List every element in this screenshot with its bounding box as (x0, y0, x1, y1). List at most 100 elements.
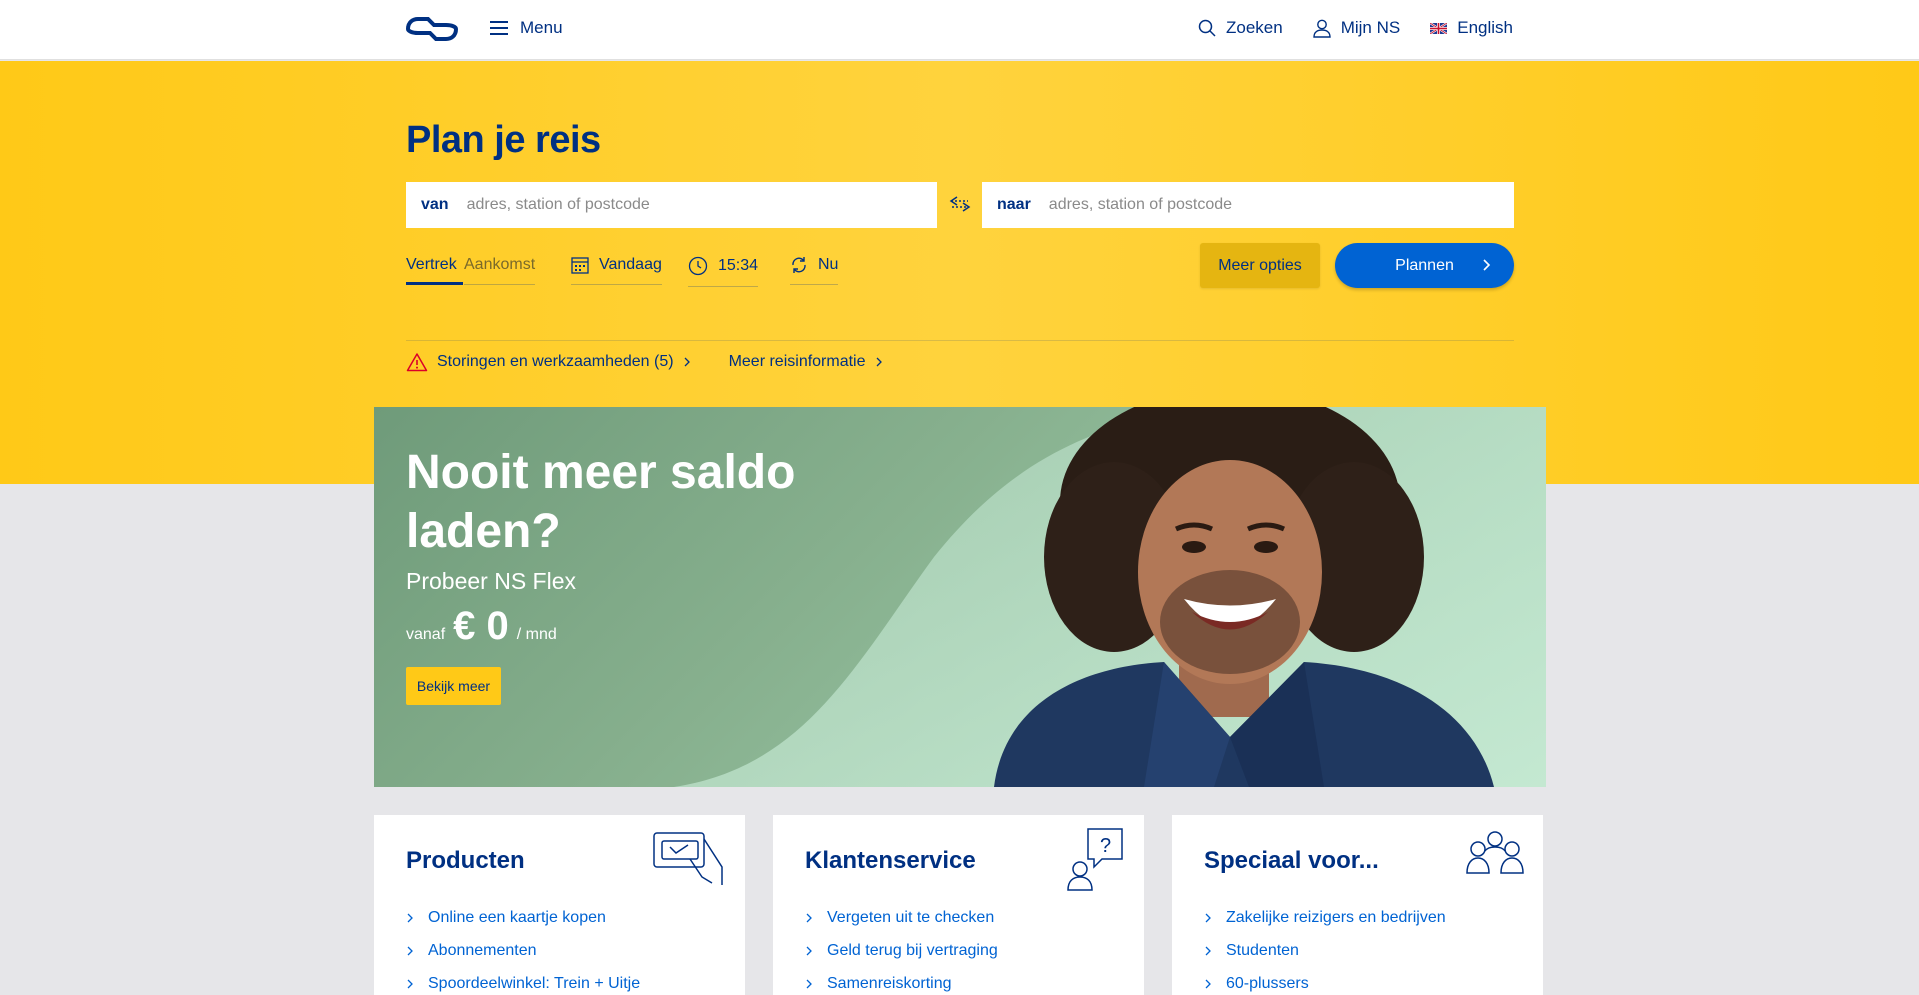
menu-button[interactable]: Menu (490, 18, 563, 38)
time-value: 15:34 (718, 257, 759, 274)
chevron-right-icon (806, 979, 812, 988)
view-more-label: Bekijk meer (416, 678, 491, 694)
chevron-right-icon (1483, 259, 1491, 271)
card-speciaal-voor: Speciaal voor... Zakelijke reizigers en … (1172, 815, 1543, 995)
chevron-right-icon (407, 913, 413, 922)
chevron-right-icon (684, 357, 690, 367)
uk-flag-icon (1430, 22, 1448, 34)
list-item[interactable]: Geld terug bij vertraging (805, 934, 998, 967)
smiling-man-photo (994, 407, 1494, 787)
chevron-right-icon (1205, 913, 1211, 922)
chevron-right-icon (806, 946, 812, 955)
link-label: Studenten (1226, 941, 1299, 959)
chevron-right-icon (1205, 979, 1211, 988)
travel-info-links: Storingen en werkzaamheden (5) Meer reis… (406, 352, 883, 372)
card-title: Klantenservice (805, 847, 976, 874)
nav-search-label: Zoeken (1226, 18, 1283, 37)
customer-service-icon: ? (1067, 828, 1123, 891)
tab-aankomst-label: Aankomst (464, 256, 536, 273)
tab-vertrek[interactable]: Vertrek (406, 256, 463, 285)
link-label: Vergeten uit te checken (827, 908, 995, 926)
card-klantenservice: Klantenservice ? Vergeten uit te checken… (773, 815, 1144, 995)
chevron-right-icon (407, 979, 413, 988)
banner-price: vanaf € 0 / mnd (406, 604, 557, 649)
card-title: Speciaal voor... (1204, 847, 1379, 874)
price-amount: € 0 (453, 604, 509, 648)
travel-info-link[interactable]: Meer reisinformatie (729, 352, 883, 372)
nav-english[interactable]: English (1430, 18, 1513, 38)
menu-label: Menu (520, 18, 563, 37)
swap-icon[interactable] (948, 194, 972, 214)
search-icon (1198, 19, 1216, 37)
link-label: Samenreiskorting (827, 974, 952, 992)
list-item[interactable]: Studenten (1204, 934, 1446, 967)
to-label: naar (997, 196, 1031, 213)
list-item[interactable]: Abonnementen (406, 934, 640, 967)
clock-icon (688, 256, 708, 276)
svg-text:?: ? (1100, 835, 1111, 857)
card-title: Producten (406, 847, 525, 874)
date-select[interactable]: Vandaag (571, 256, 662, 285)
now-label: Nu (818, 256, 839, 273)
site-header: Menu Zoeken Mijn NS English (0, 0, 1919, 60)
more-options-label: Meer opties (1218, 256, 1302, 274)
date-value: Vandaag (599, 256, 662, 273)
header-nav: Zoeken Mijn NS English (1198, 18, 1513, 38)
time-select[interactable]: 15:34 (688, 256, 759, 287)
promo-banner: Nooit meer saldo laden? Probeer NS Flex … (374, 407, 1546, 787)
chevron-right-icon (806, 913, 812, 922)
travel-info-label: Meer reisinformatie (728, 353, 866, 370)
price-from: vanaf (406, 626, 446, 643)
calendar-icon (571, 257, 589, 274)
more-options-button[interactable]: Meer opties (1200, 243, 1320, 288)
tab-vertrek-label: Vertrek (406, 256, 457, 273)
link-label: Geld terug bij vertraging (827, 941, 998, 959)
plan-button-label: Plannen (1395, 256, 1454, 274)
nav-search[interactable]: Zoeken (1198, 18, 1283, 38)
planner-options: Vertrek Aankomst Vandaag 15:34 Nu (0, 252, 1919, 290)
warning-icon (406, 353, 428, 372)
card-payment-icon (653, 832, 723, 885)
banner-title: Nooit meer saldo laden? (406, 446, 796, 558)
link-label: Zakelijke reizigers en bedrijven (1226, 908, 1446, 926)
list-item[interactable]: 60-plussers (1204, 967, 1446, 995)
tab-aankomst[interactable]: Aankomst (464, 256, 536, 285)
from-input[interactable] (466, 196, 847, 214)
chevron-right-icon (1205, 946, 1211, 955)
list-item[interactable]: Online een kaartje kopen (406, 901, 640, 934)
to-field[interactable]: naar (982, 182, 1514, 228)
link-label: Spoordeelwinkel: Trein + Uitje (428, 974, 641, 992)
group-icon (1466, 831, 1524, 874)
list-item[interactable]: Vergeten uit te checken (805, 901, 998, 934)
plan-button[interactable]: Plannen (1335, 243, 1514, 288)
refresh-icon (792, 257, 806, 273)
from-field[interactable]: van (406, 182, 937, 228)
card-links: Vergeten uit te checken Geld terug bij v… (805, 901, 998, 995)
to-input[interactable] (1048, 196, 1429, 214)
card-links: Zakelijke reizigers en bedrijven Student… (1204, 901, 1446, 995)
from-label: van (421, 196, 449, 213)
ns-logo[interactable] (406, 16, 458, 42)
chevron-right-icon (407, 946, 413, 955)
nav-english-label: English (1457, 18, 1513, 37)
list-item[interactable]: Zakelijke reizigers en bedrijven (1204, 901, 1446, 934)
link-label: Online een kaartje kopen (428, 908, 606, 926)
card-producten: Producten Online een kaartje kopen Abonn… (374, 815, 745, 995)
disruptions-link[interactable]: Storingen en werkzaamheden (5) (406, 352, 691, 372)
nav-mijn-ns[interactable]: Mijn NS (1313, 18, 1401, 38)
price-unit: / mnd (516, 626, 557, 643)
link-label: 60-plussers (1226, 974, 1309, 992)
nav-mijn-ns-label: Mijn NS (1340, 18, 1401, 37)
list-item[interactable]: Samenreiskorting (805, 967, 998, 995)
hamburger-icon (490, 21, 508, 35)
disruptions-label: Storingen en werkzaamheden (5) (437, 353, 674, 370)
banner-subtitle: Probeer NS Flex (406, 568, 577, 594)
list-item[interactable]: Spoordeelwinkel: Trein + Uitje (406, 967, 640, 995)
planner-divider (406, 340, 1514, 341)
page-title: Plan je reis (406, 119, 601, 161)
view-more-button[interactable]: Bekijk meer (406, 667, 501, 705)
now-button[interactable]: Nu (790, 256, 839, 285)
user-icon (1313, 19, 1331, 38)
link-label: Abonnementen (428, 941, 537, 959)
card-links: Online een kaartje kopen Abonnementen Sp… (406, 901, 640, 995)
